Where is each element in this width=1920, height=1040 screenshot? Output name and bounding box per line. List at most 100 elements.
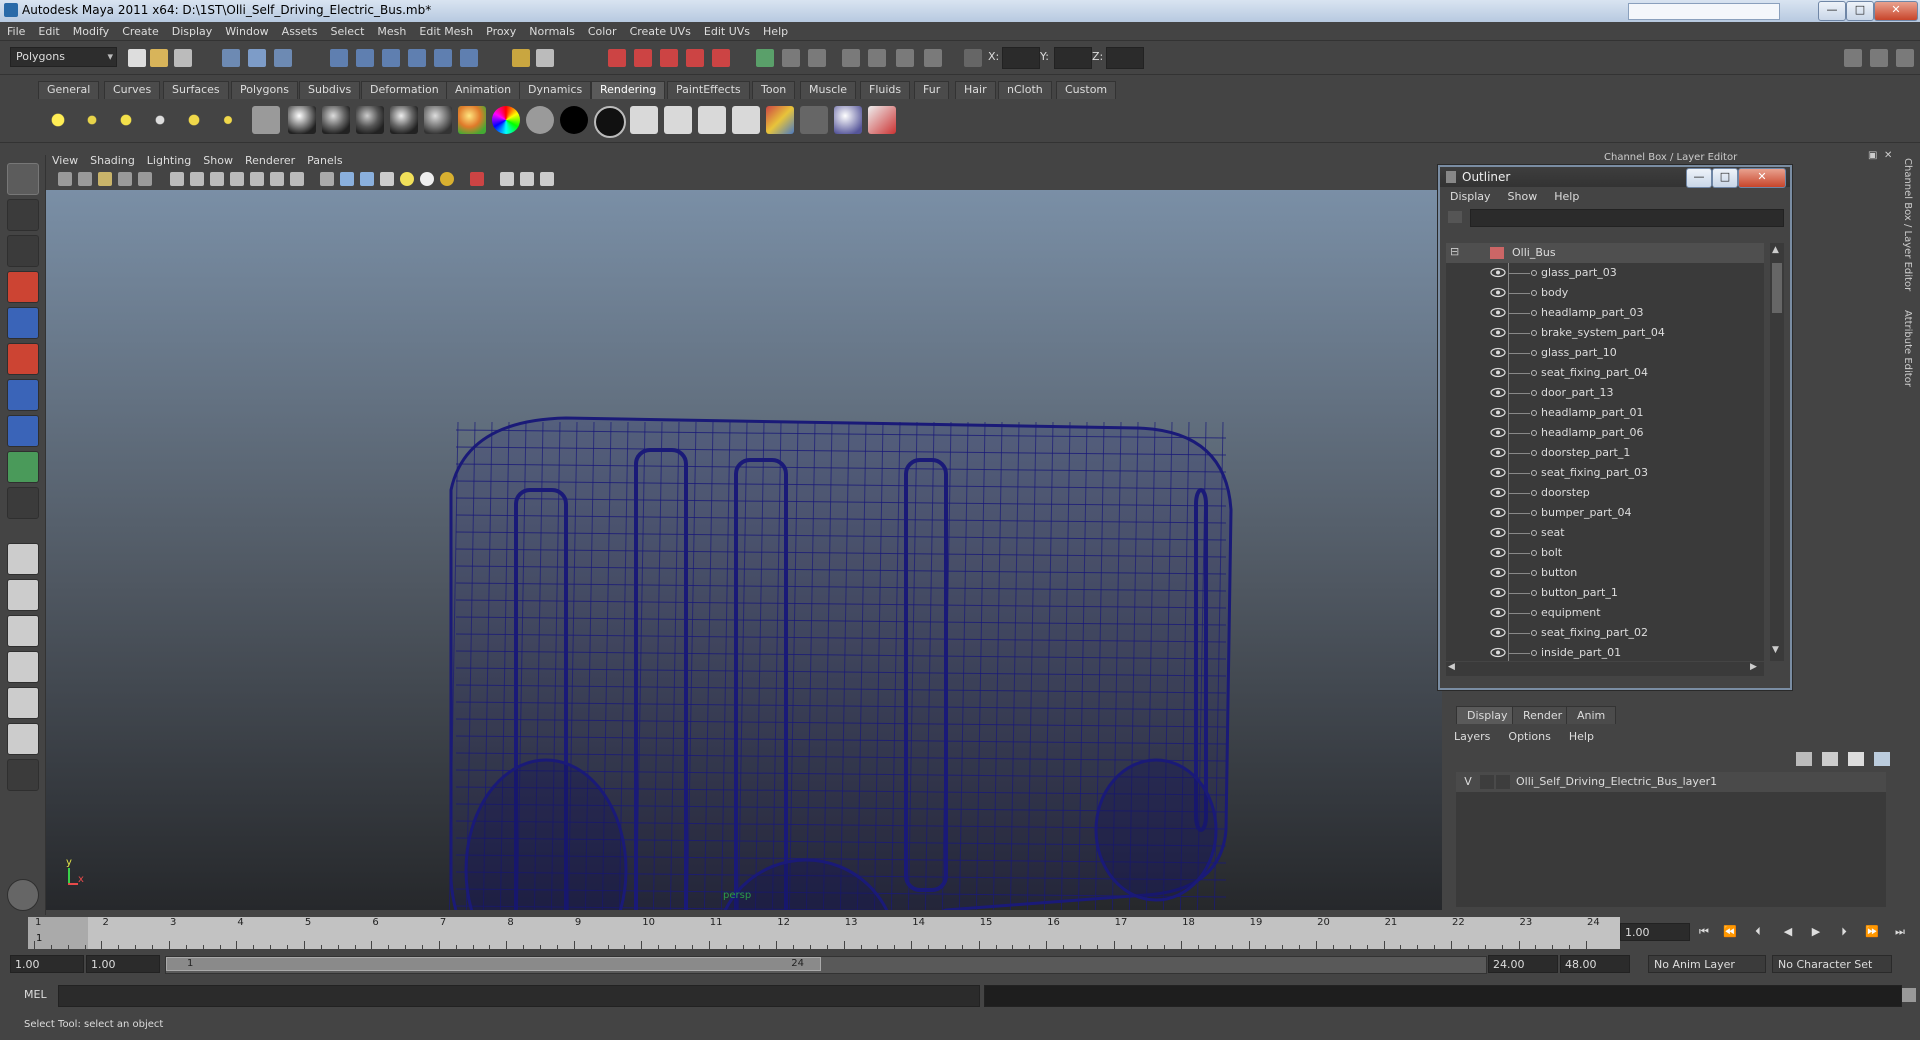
layer-move-up-icon[interactable] (1848, 752, 1864, 766)
anisotropic-shader-icon[interactable] (424, 106, 452, 134)
viewport-menu-renderer[interactable]: Renderer (239, 152, 301, 167)
wireframe-on-shaded-icon[interactable] (360, 172, 374, 186)
outliner-item[interactable]: headlamp_part_06 (1446, 423, 1764, 443)
shelf-tab-painteffects[interactable]: PaintEffects (667, 81, 750, 99)
batch-render-icon[interactable] (698, 106, 726, 134)
resolution-gate-icon[interactable] (210, 172, 224, 186)
mel-label[interactable]: MEL (24, 988, 47, 1001)
four-view-layout-icon[interactable] (7, 579, 39, 611)
shelf-tab-hair[interactable]: Hair (955, 81, 996, 99)
select-by-hierarchy-icon[interactable] (222, 49, 240, 67)
channel-box-panel-icon[interactable] (1896, 49, 1914, 67)
x-input[interactable] (1002, 47, 1040, 69)
lasso-tool-icon[interactable] (7, 199, 39, 231)
safe-action-icon[interactable] (270, 172, 284, 186)
outliner-item[interactable]: headlamp_part_03 (1446, 303, 1764, 323)
wireframe-icon[interactable] (320, 172, 334, 186)
outliner-horizontal-scrollbar[interactable]: ◀ ▶ (1446, 662, 1764, 676)
step-forward-key-icon[interactable]: ⏵ (1836, 925, 1852, 939)
viewport-menu-show[interactable]: Show (197, 152, 239, 167)
menu-display[interactable]: Display (165, 22, 219, 38)
outliner-close-button[interactable]: ✕ (1738, 168, 1786, 188)
shelf-tab-toon[interactable]: Toon (752, 81, 796, 99)
phong-shader-icon[interactable] (288, 106, 316, 134)
layer-tab-render[interactable]: Render (1512, 706, 1574, 724)
close-button[interactable]: ✕ (1874, 1, 1918, 21)
gate-mask-icon[interactable] (230, 172, 244, 186)
outliner-item[interactable]: button_part_1 (1446, 583, 1764, 603)
hypershade-shelf-icon[interactable] (766, 106, 794, 134)
detach-icon[interactable]: ▣ (1868, 150, 1877, 161)
shelf-tab-ncloth[interactable]: nCloth (998, 81, 1052, 99)
outliner-item[interactable]: seat_fixing_part_03 (1446, 463, 1764, 483)
render-frame-icon[interactable] (634, 49, 652, 67)
lock-icon[interactable] (512, 49, 530, 67)
go-to-end-icon[interactable]: ⏭ (1892, 925, 1908, 939)
directional-light-icon[interactable] (78, 106, 106, 134)
outliner-item[interactable]: equipment (1446, 603, 1764, 623)
outliner-item[interactable]: seat_fixing_part_02 (1446, 623, 1764, 643)
show-manipulator-icon[interactable] (7, 451, 39, 483)
use-background-icon[interactable] (560, 106, 588, 134)
select-camera-icon[interactable] (58, 172, 72, 186)
ibl-light-icon[interactable] (252, 106, 280, 134)
smooth-shade-icon[interactable] (340, 172, 354, 186)
play-forwards-icon[interactable]: ▶ (1808, 925, 1824, 939)
single-perspective-layout-icon[interactable] (7, 543, 39, 575)
menu-edit-mesh[interactable]: Edit Mesh (412, 22, 479, 38)
shelf-tab-fur[interactable]: Fur (914, 81, 950, 99)
scroll-thumb[interactable] (1772, 263, 1782, 313)
channel-box-toggle-icon[interactable] (782, 49, 800, 67)
panel-close-icon[interactable]: ✕ (1884, 150, 1892, 161)
film-gate-icon[interactable] (190, 172, 204, 186)
render-current-icon[interactable] (630, 106, 658, 134)
select-by-component-icon[interactable] (274, 49, 292, 67)
paint-icon[interactable] (868, 106, 896, 134)
shadows-icon[interactable] (420, 172, 434, 186)
shelf-tab-animation[interactable]: Animation (446, 81, 521, 99)
layer-move-down-icon[interactable] (1874, 752, 1890, 766)
menu-create-uvs[interactable]: Create UVs (623, 22, 697, 38)
render-view-icon[interactable] (608, 49, 626, 67)
soft-modification-icon[interactable] (7, 415, 39, 447)
outliner-toggle-icon[interactable] (868, 49, 886, 67)
range-thumb[interactable]: 1 24 (166, 957, 821, 971)
outliner-item[interactable]: doorstep_part_1 (1446, 443, 1764, 463)
attribute-editor-toggle-icon[interactable] (1844, 49, 1862, 67)
surface-shader-icon[interactable] (526, 106, 554, 134)
point-light-icon[interactable] (112, 106, 140, 134)
shelf-tab-fluids[interactable]: Fluids (860, 81, 911, 99)
textured-icon[interactable] (380, 172, 394, 186)
new-layer-selected-icon[interactable] (1822, 752, 1838, 766)
outliner-item[interactable]: button (1446, 563, 1764, 583)
scroll-up-icon[interactable]: ▲ (1772, 245, 1779, 255)
outliner-item[interactable]: seat (1446, 523, 1764, 543)
shelf-tab-dynamics[interactable]: Dynamics (519, 81, 592, 99)
layer-editor-toggle-icon[interactable] (842, 49, 860, 67)
outliner-item[interactable]: doorstep (1446, 483, 1764, 503)
layer-menu-options[interactable]: Options (1496, 728, 1556, 743)
menu-window[interactable]: Window (218, 22, 274, 38)
show-hide-attribute-icon[interactable] (756, 49, 774, 67)
attribute-editor-side-tab[interactable]: Attribute Editor (1902, 310, 1913, 387)
outliner-maximize-button[interactable]: □ (1712, 168, 1738, 188)
outliner-item[interactable]: glass_part_10 (1446, 343, 1764, 363)
z-input[interactable] (1106, 47, 1144, 69)
scroll-right-icon[interactable]: ▶ (1750, 662, 1757, 672)
outliner-minimize-button[interactable]: — (1686, 168, 1712, 188)
make-live-icon[interactable] (434, 49, 452, 67)
new-layer-empty-icon[interactable] (1796, 752, 1812, 766)
layer-tab-display[interactable]: Display (1456, 706, 1519, 724)
image-plane-icon[interactable] (118, 172, 132, 186)
spot-light-icon[interactable] (146, 106, 174, 134)
current-frame-field[interactable]: 1.00 (1620, 923, 1690, 941)
outliner-menu-help[interactable]: Help (1544, 188, 1586, 203)
shelf-tab-rendering[interactable]: Rendering (591, 81, 666, 99)
outliner-item[interactable]: inside_part_01 (1446, 643, 1764, 661)
outliner-item[interactable]: body (1446, 283, 1764, 303)
snap-view-plane-icon[interactable] (408, 49, 426, 67)
texture-sphere-icon[interactable] (834, 106, 862, 134)
transform-mode-icon[interactable] (964, 49, 982, 67)
outliner-menu-display[interactable]: Display (1440, 188, 1498, 203)
menu-normals[interactable]: Normals (522, 22, 581, 38)
